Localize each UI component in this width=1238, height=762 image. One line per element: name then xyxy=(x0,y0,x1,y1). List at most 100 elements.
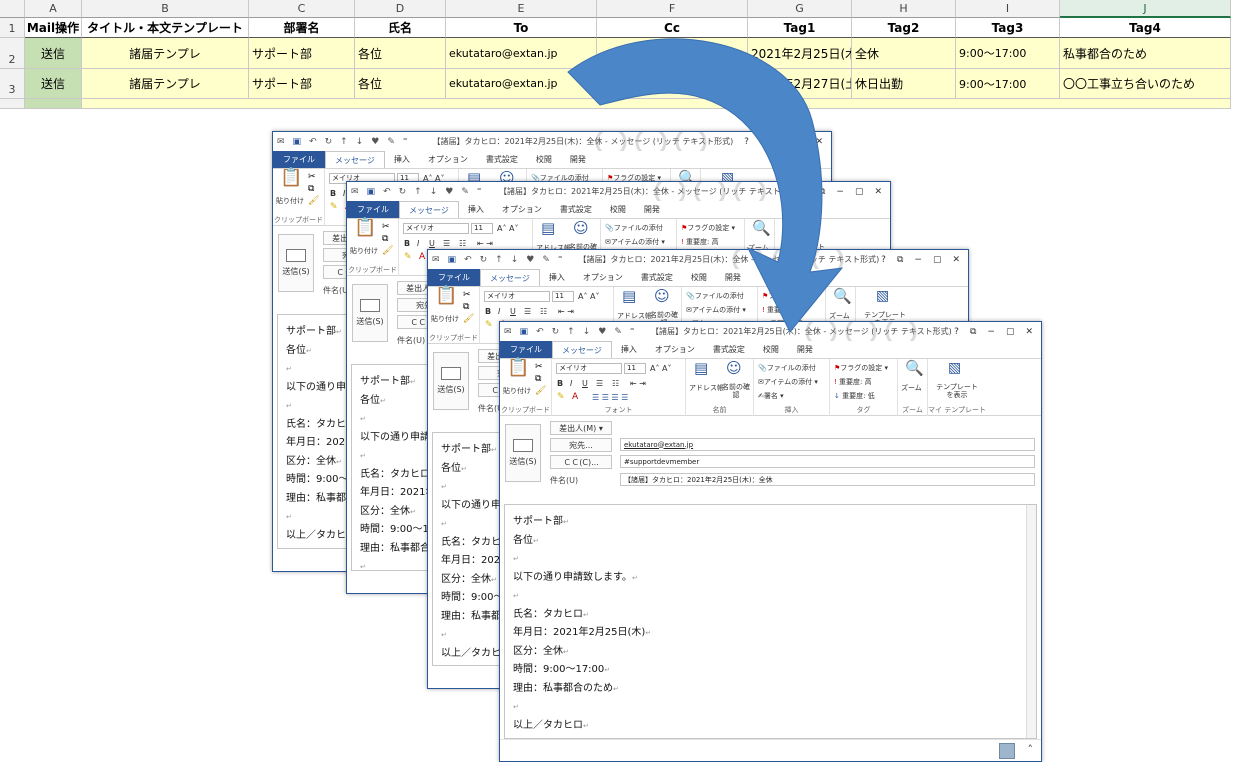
department-cell[interactable]: サポート部 xyxy=(249,69,355,99)
italic-icon[interactable]: I xyxy=(417,239,419,248)
tab-message[interactable]: メッセージ xyxy=(399,201,459,218)
address-book-button[interactable]: アドレス帳 xyxy=(617,311,652,321)
column-header[interactable]: H xyxy=(852,0,956,18)
highlight-icon[interactable]: ✎ xyxy=(330,202,338,212)
header-cell[interactable]: Mail操作 xyxy=(25,18,82,38)
tag4-cell[interactable]: 私事都合のため xyxy=(1060,38,1231,69)
underline-icon[interactable]: U xyxy=(429,239,435,248)
tab-message[interactable]: メッセージ xyxy=(480,269,540,286)
row-header[interactable]: 1 xyxy=(0,18,25,38)
zoom-icon[interactable]: 🔍 xyxy=(833,289,852,304)
header-cell[interactable]: Tag3 xyxy=(956,18,1060,38)
font-color-icon[interactable]: A xyxy=(572,392,578,402)
font-name-box[interactable]: メイリオ xyxy=(556,363,622,374)
tag3-cell[interactable]: 9:00～17:00 xyxy=(956,38,1060,69)
paste-button[interactable]: 貼り付け xyxy=(503,386,531,396)
minimize-button[interactable]: − xyxy=(777,137,785,147)
paste-button[interactable]: 貼り付け xyxy=(350,246,378,256)
column-header[interactable]: E xyxy=(446,0,597,18)
restore-ribbon-button[interactable]: ⧉ xyxy=(760,137,766,147)
tab-developer[interactable]: 開発 xyxy=(716,269,750,286)
tab-message[interactable]: メッセージ xyxy=(552,341,612,358)
cut-icon[interactable]: ✂ xyxy=(463,290,471,300)
subject-field[interactable]: 【諸届】タカヒロ：2021年2月25日(木)：全休 xyxy=(620,473,1035,486)
attach-file-button[interactable]: 📎ファイルの添付 xyxy=(605,223,663,233)
numbering-icon[interactable]: ☷ xyxy=(459,239,466,248)
format-icon[interactable]: ♥ xyxy=(526,255,534,265)
attach-file-button[interactable]: 📎ファイルの添付 xyxy=(758,363,816,373)
save-icon[interactable]: ▣ xyxy=(293,137,302,147)
template-cell[interactable]: 諸届テンプレ xyxy=(82,38,249,69)
tab-file[interactable]: ファイル xyxy=(428,269,480,286)
font-size-box[interactable]: 11 xyxy=(471,223,493,234)
save-icon[interactable]: ▣ xyxy=(520,327,529,337)
grow-font-icon[interactable]: A˄ A˅ xyxy=(650,364,672,373)
tab-format[interactable]: 書式設定 xyxy=(632,269,682,286)
name-cell[interactable]: 各位 xyxy=(355,69,446,99)
name-cell[interactable]: 各位 xyxy=(355,38,446,69)
to-field[interactable]: ekutataro@extan.jp xyxy=(620,438,1035,451)
send-action-cell[interactable]: 送信 xyxy=(25,38,82,69)
tag2-cell[interactable]: 休日出勤 xyxy=(852,69,956,99)
to-recipient[interactable]: ekutataro@extan.jp xyxy=(624,441,693,449)
up-arrow-icon[interactable]: ↑ xyxy=(340,137,348,147)
tag4-cell[interactable]: 〇〇工事立ち合いのため xyxy=(1060,69,1231,99)
address-book-icon[interactable]: ▤ xyxy=(622,289,636,304)
maximize-button[interactable]: ▢ xyxy=(855,187,864,197)
cut-icon[interactable]: ✂ xyxy=(308,172,316,182)
address-book-icon[interactable]: ▤ xyxy=(694,361,708,376)
flag-button[interactable]: ⚑フラグの設定 ▾ xyxy=(834,363,888,373)
indent-icon[interactable]: ⇤ ⇥ xyxy=(558,307,574,316)
template-cell[interactable]: 諸届テンプレ xyxy=(82,69,249,99)
empty-cell[interactable] xyxy=(82,99,1231,109)
bold-icon[interactable]: B xyxy=(404,239,410,248)
cc-cell[interactable] xyxy=(597,38,748,69)
highlight-icon[interactable]: ✎ xyxy=(557,392,565,402)
from-button[interactable]: 差出人(M) ▾ xyxy=(550,421,612,435)
tag1-cell[interactable]: 2021年2月25日(木) xyxy=(748,38,852,69)
message-body[interactable]: サポート部↵ 各位↵ ↵ 以下の通り申請致します。↵ ↵ 氏名：タカヒロ↵ 年月… xyxy=(504,504,1037,739)
up-arrow-icon[interactable]: ↑ xyxy=(567,327,575,337)
select-all-corner[interactable] xyxy=(0,0,25,18)
tag2-cell[interactable]: 全休 xyxy=(852,38,956,69)
help-button[interactable]: ? xyxy=(881,255,886,265)
bold-icon[interactable]: B xyxy=(330,189,336,198)
mail-icon[interactable]: ✉ xyxy=(504,327,512,337)
format-painter-icon[interactable]: 🖌 xyxy=(463,314,474,324)
attach-item-button[interactable]: ✉アイテムの添付 ▾ xyxy=(758,377,818,387)
copy-icon[interactable]: ⧉ xyxy=(535,374,541,384)
tab-format[interactable]: 書式設定 xyxy=(551,201,601,218)
paste-button[interactable]: 貼り付け xyxy=(431,314,459,324)
grow-font-icon[interactable]: A˄ A˅ xyxy=(578,292,600,301)
tag1-cell[interactable]: 2021年2月27日(土) xyxy=(748,69,852,99)
template-icon[interactable]: ▧ xyxy=(948,361,961,375)
redo-icon[interactable]: ↻ xyxy=(399,187,407,197)
save-icon[interactable]: ▣ xyxy=(367,187,376,197)
high-importance-button[interactable]: ! 重要度: 高 xyxy=(762,305,800,315)
format-icon[interactable]: ♥ xyxy=(371,137,379,147)
low-importance-button[interactable]: ↓ 重要度: 低 xyxy=(834,391,875,401)
undo-icon[interactable]: ↶ xyxy=(536,327,544,337)
header-cell[interactable]: To xyxy=(446,18,597,38)
copy-icon[interactable]: ⧉ xyxy=(382,234,388,244)
numbering-icon[interactable]: ☷ xyxy=(612,379,619,388)
highlight-icon[interactable]: ✎ xyxy=(404,252,412,262)
view-templates-button[interactable]: テンプレートを表示 xyxy=(934,383,980,399)
close-button[interactable]: ✕ xyxy=(1025,327,1033,337)
column-header[interactable]: B xyxy=(82,0,249,18)
template-icon[interactable]: ▧ xyxy=(795,221,808,235)
bold-icon[interactable]: B xyxy=(557,379,563,388)
undo-icon[interactable]: ↶ xyxy=(383,187,391,197)
indent-icon[interactable]: ⇤ ⇥ xyxy=(630,379,646,388)
align-left-icon[interactable]: ☰ ☰ ☰ ☰ xyxy=(592,393,628,402)
paste-icon[interactable]: 📋 xyxy=(435,287,457,305)
bullets-icon[interactable]: ☰ xyxy=(443,239,450,248)
undo-icon[interactable]: ↶ xyxy=(464,255,472,265)
customize-icon[interactable]: ⁼ xyxy=(558,255,563,265)
tab-options[interactable]: オプション xyxy=(493,201,551,218)
zoom-button[interactable]: ズーム xyxy=(901,383,922,393)
check-names-button[interactable]: 名前の確認 xyxy=(722,383,750,399)
to-button[interactable]: 宛先... xyxy=(550,438,612,452)
cc-button[interactable]: ＣＣ(C)... xyxy=(550,455,612,469)
font-size-box[interactable]: 11 xyxy=(552,291,574,302)
